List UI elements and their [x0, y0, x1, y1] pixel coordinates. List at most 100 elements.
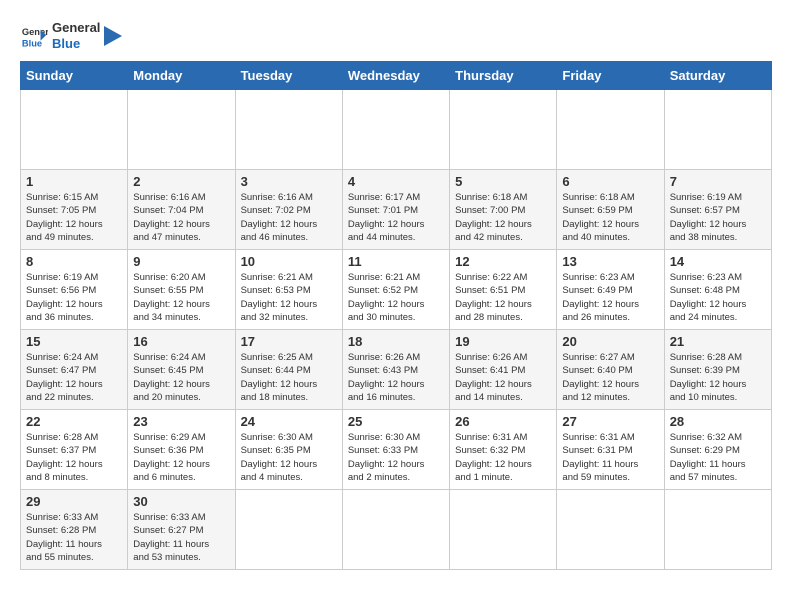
calendar-cell: 13 Sunrise: 6:23 AM Sunset: 6:49 PM Dayli… — [557, 250, 664, 330]
day-detail: Sunrise: 6:31 AM Sunset: 6:31 PM Dayligh… — [562, 431, 658, 484]
day-number: 26 — [455, 414, 551, 429]
day-number: 18 — [348, 334, 444, 349]
day-detail: Sunrise: 6:15 AM Sunset: 7:05 PM Dayligh… — [26, 191, 122, 244]
day-number: 3 — [241, 174, 337, 189]
day-number: 15 — [26, 334, 122, 349]
calendar-cell — [557, 90, 664, 170]
day-detail: Sunrise: 6:29 AM Sunset: 6:36 PM Dayligh… — [133, 431, 229, 484]
calendar-cell: 28 Sunrise: 6:32 AM Sunset: 6:29 PM Dayli… — [664, 410, 771, 490]
day-detail: Sunrise: 6:28 AM Sunset: 6:37 PM Dayligh… — [26, 431, 122, 484]
day-detail: Sunrise: 6:20 AM Sunset: 6:55 PM Dayligh… — [133, 271, 229, 324]
day-detail: Sunrise: 6:17 AM Sunset: 7:01 PM Dayligh… — [348, 191, 444, 244]
calendar-cell: 17 Sunrise: 6:25 AM Sunset: 6:44 PM Dayli… — [235, 330, 342, 410]
day-number: 8 — [26, 254, 122, 269]
calendar-cell: 6 Sunrise: 6:18 AM Sunset: 6:59 PM Daylig… — [557, 170, 664, 250]
logo-blue-text: Blue — [52, 36, 100, 52]
day-detail: Sunrise: 6:16 AM Sunset: 7:04 PM Dayligh… — [133, 191, 229, 244]
day-detail: Sunrise: 6:26 AM Sunset: 6:41 PM Dayligh… — [455, 351, 551, 404]
day-number: 11 — [348, 254, 444, 269]
col-header-monday: Monday — [128, 62, 235, 90]
day-detail: Sunrise: 6:28 AM Sunset: 6:39 PM Dayligh… — [670, 351, 766, 404]
calendar-cell — [664, 90, 771, 170]
col-header-thursday: Thursday — [450, 62, 557, 90]
day-detail: Sunrise: 6:22 AM Sunset: 6:51 PM Dayligh… — [455, 271, 551, 324]
day-number: 14 — [670, 254, 766, 269]
logo-icon: General Blue — [20, 22, 48, 50]
day-number: 21 — [670, 334, 766, 349]
day-number: 9 — [133, 254, 229, 269]
day-number: 16 — [133, 334, 229, 349]
calendar-cell: 26 Sunrise: 6:31 AM Sunset: 6:32 PM Dayli… — [450, 410, 557, 490]
calendar-cell — [450, 490, 557, 570]
page-header: General Blue General Blue — [20, 20, 772, 51]
day-detail: Sunrise: 6:18 AM Sunset: 6:59 PM Dayligh… — [562, 191, 658, 244]
day-detail: Sunrise: 6:21 AM Sunset: 6:53 PM Dayligh… — [241, 271, 337, 324]
day-detail: Sunrise: 6:21 AM Sunset: 6:52 PM Dayligh… — [348, 271, 444, 324]
calendar-cell: 15 Sunrise: 6:24 AM Sunset: 6:47 PM Dayli… — [21, 330, 128, 410]
day-number: 6 — [562, 174, 658, 189]
day-number: 30 — [133, 494, 229, 509]
calendar-cell: 3 Sunrise: 6:16 AM Sunset: 7:02 PM Daylig… — [235, 170, 342, 250]
calendar-cell: 30Sunrise: 6:33 AM Sunset: 6:27 PM Dayli… — [128, 490, 235, 570]
day-detail: Sunrise: 6:24 AM Sunset: 6:45 PM Dayligh… — [133, 351, 229, 404]
calendar-cell — [21, 90, 128, 170]
day-number: 1 — [26, 174, 122, 189]
day-number: 10 — [241, 254, 337, 269]
day-number: 7 — [670, 174, 766, 189]
day-detail: Sunrise: 6:30 AM Sunset: 6:33 PM Dayligh… — [348, 431, 444, 484]
day-detail: Sunrise: 6:30 AM Sunset: 6:35 PM Dayligh… — [241, 431, 337, 484]
day-detail: Sunrise: 6:24 AM Sunset: 6:47 PM Dayligh… — [26, 351, 122, 404]
calendar-cell: 19Sunrise: 6:26 AM Sunset: 6:41 PM Dayli… — [450, 330, 557, 410]
day-number: 20 — [562, 334, 658, 349]
calendar-cell — [235, 490, 342, 570]
calendar-cell: 14 Sunrise: 6:23 AM Sunset: 6:48 PM Dayli… — [664, 250, 771, 330]
col-header-saturday: Saturday — [664, 62, 771, 90]
calendar-cell: 24Sunrise: 6:30 AM Sunset: 6:35 PM Dayli… — [235, 410, 342, 490]
col-header-tuesday: Tuesday — [235, 62, 342, 90]
calendar-cell — [342, 90, 449, 170]
calendar-cell — [450, 90, 557, 170]
day-detail: Sunrise: 6:19 AM Sunset: 6:56 PM Dayligh… — [26, 271, 122, 324]
calendar-cell — [557, 490, 664, 570]
calendar-cell: 9 Sunrise: 6:20 AM Sunset: 6:55 PM Daylig… — [128, 250, 235, 330]
calendar-cell: 4Sunrise: 6:17 AM Sunset: 7:01 PM Daylig… — [342, 170, 449, 250]
calendar-cell: 1 Sunrise: 6:15 AM Sunset: 7:05 PM Daylig… — [21, 170, 128, 250]
calendar-cell: 2Sunrise: 6:16 AM Sunset: 7:04 PM Daylig… — [128, 170, 235, 250]
calendar-cell: 20Sunrise: 6:27 AM Sunset: 6:40 PM Dayli… — [557, 330, 664, 410]
day-detail: Sunrise: 6:31 AM Sunset: 6:32 PM Dayligh… — [455, 431, 551, 484]
day-detail: Sunrise: 6:16 AM Sunset: 7:02 PM Dayligh… — [241, 191, 337, 244]
logo-arrow-icon — [104, 22, 122, 50]
day-detail: Sunrise: 6:32 AM Sunset: 6:29 PM Dayligh… — [670, 431, 766, 484]
calendar-cell: 25 Sunrise: 6:30 AM Sunset: 6:33 PM Dayli… — [342, 410, 449, 490]
calendar-cell — [664, 490, 771, 570]
calendar-table: SundayMondayTuesdayWednesdayThursdayFrid… — [20, 61, 772, 570]
calendar-cell: 27 Sunrise: 6:31 AM Sunset: 6:31 PM Dayli… — [557, 410, 664, 490]
calendar-cell: 16 Sunrise: 6:24 AM Sunset: 6:45 PM Dayli… — [128, 330, 235, 410]
day-detail: Sunrise: 6:33 AM Sunset: 6:28 PM Dayligh… — [26, 511, 122, 564]
calendar-cell: 29 Sunrise: 6:33 AM Sunset: 6:28 PM Dayli… — [21, 490, 128, 570]
col-header-wednesday: Wednesday — [342, 62, 449, 90]
day-number: 12 — [455, 254, 551, 269]
day-number: 5 — [455, 174, 551, 189]
day-number: 28 — [670, 414, 766, 429]
day-detail: Sunrise: 6:23 AM Sunset: 6:49 PM Dayligh… — [562, 271, 658, 324]
day-number: 27 — [562, 414, 658, 429]
calendar-cell: 11 Sunrise: 6:21 AM Sunset: 6:52 PM Dayli… — [342, 250, 449, 330]
day-detail: Sunrise: 6:25 AM Sunset: 6:44 PM Dayligh… — [241, 351, 337, 404]
calendar-cell: 8 Sunrise: 6:19 AM Sunset: 6:56 PM Daylig… — [21, 250, 128, 330]
day-number: 13 — [562, 254, 658, 269]
day-number: 22 — [26, 414, 122, 429]
calendar-cell: 12 Sunrise: 6:22 AM Sunset: 6:51 PM Dayli… — [450, 250, 557, 330]
day-detail: Sunrise: 6:23 AM Sunset: 6:48 PM Dayligh… — [670, 271, 766, 324]
day-number: 17 — [241, 334, 337, 349]
calendar-cell — [235, 90, 342, 170]
logo: General Blue General Blue — [20, 20, 122, 51]
day-number: 25 — [348, 414, 444, 429]
calendar-cell: 18Sunrise: 6:26 AM Sunset: 6:43 PM Dayli… — [342, 330, 449, 410]
calendar-cell — [342, 490, 449, 570]
calendar-cell: 7Sunrise: 6:19 AM Sunset: 6:57 PM Daylig… — [664, 170, 771, 250]
day-detail: Sunrise: 6:18 AM Sunset: 7:00 PM Dayligh… — [455, 191, 551, 244]
calendar-cell — [128, 90, 235, 170]
day-number: 29 — [26, 494, 122, 509]
calendar-cell: 5 Sunrise: 6:18 AM Sunset: 7:00 PM Daylig… — [450, 170, 557, 250]
